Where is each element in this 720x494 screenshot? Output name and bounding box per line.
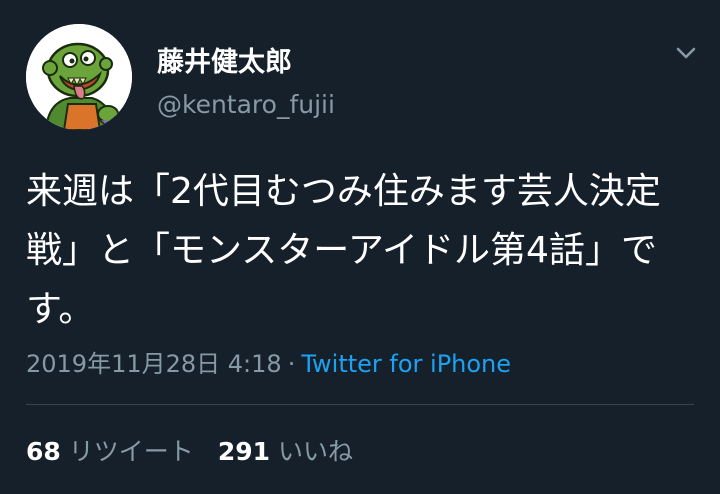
retweets-label: リツイート [68, 437, 194, 466]
tweet-text: 来週は「2代目むつみ住みます芸人決定戦」と「モンスターアイドル第4話」です。 [26, 171, 661, 330]
divider [26, 404, 694, 405]
tweet-stats: 68 リツイート 291 いいね [26, 432, 377, 468]
likes-label: いいね [278, 437, 354, 466]
chevron-down-icon[interactable] [673, 40, 699, 66]
display-name[interactable]: 藤井健太郎 [157, 40, 292, 79]
user-handle[interactable]: @kentaro_fujii [157, 90, 335, 119]
tweet-meta: 2019年11月28日 4:18 · Twitter for iPhone [26, 344, 511, 379]
tweet-source-link[interactable]: Twitter for iPhone [301, 350, 511, 378]
tweet-timestamp[interactable]: 2019年11月28日 4:18 [26, 350, 282, 378]
likes-stat[interactable]: 291 いいね [218, 432, 353, 468]
retweets-stat[interactable]: 68 リツイート [26, 432, 194, 468]
avatar-image [26, 24, 132, 130]
likes-count: 291 [217, 437, 270, 466]
retweets-count: 68 [26, 437, 61, 466]
meta-separator: · [287, 350, 296, 378]
tweet: 藤井健太郎 @kentaro_fujii 来週は「2代目むつみ住みます芸人決定戦… [0, 0, 720, 494]
avatar[interactable] [26, 24, 132, 130]
